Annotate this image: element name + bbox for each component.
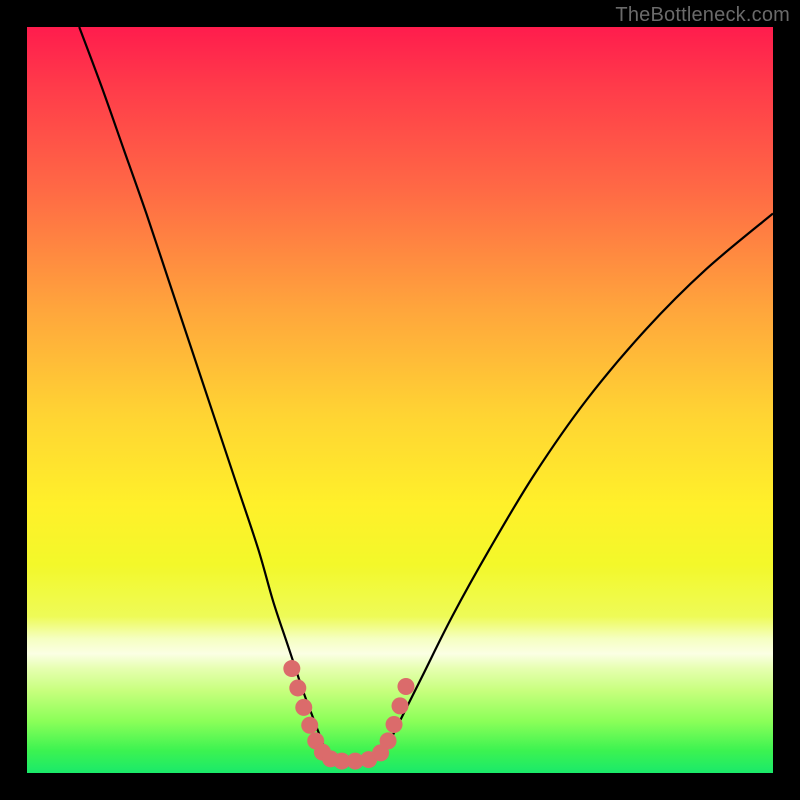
threshold-marker-dot [380, 732, 397, 749]
threshold-marker-dot [301, 717, 318, 734]
threshold-marker [283, 660, 414, 770]
chart-frame: TheBottleneck.com [0, 0, 800, 800]
threshold-marker-dot [386, 716, 403, 733]
left-curve [79, 27, 325, 751]
threshold-marker-dot [392, 697, 409, 714]
watermark-text: TheBottleneck.com [615, 4, 790, 27]
threshold-marker-dot [295, 699, 312, 716]
right-curve [385, 214, 773, 751]
plot-area [27, 27, 773, 773]
threshold-marker-dot [283, 660, 300, 677]
threshold-marker-dot [397, 678, 414, 695]
chart-svg [27, 27, 773, 773]
threshold-marker-dot [289, 679, 306, 696]
